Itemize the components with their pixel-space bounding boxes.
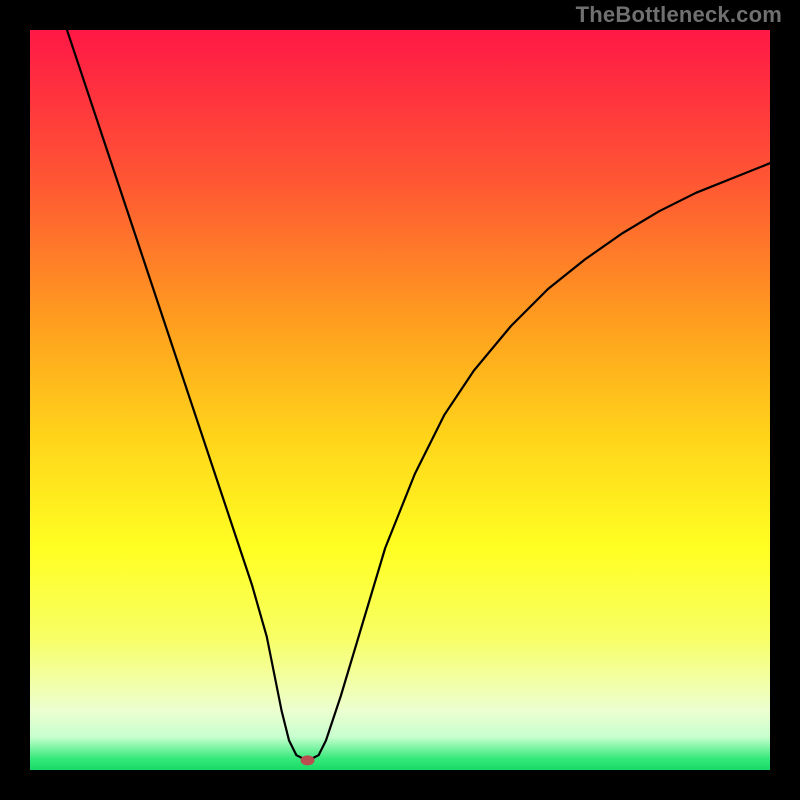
plot-area [30, 30, 770, 770]
chart-frame: TheBottleneck.com [0, 0, 800, 800]
chart-svg [30, 30, 770, 770]
gradient-background [30, 30, 770, 770]
watermark-text: TheBottleneck.com [576, 2, 782, 28]
optimum-marker [301, 755, 315, 765]
